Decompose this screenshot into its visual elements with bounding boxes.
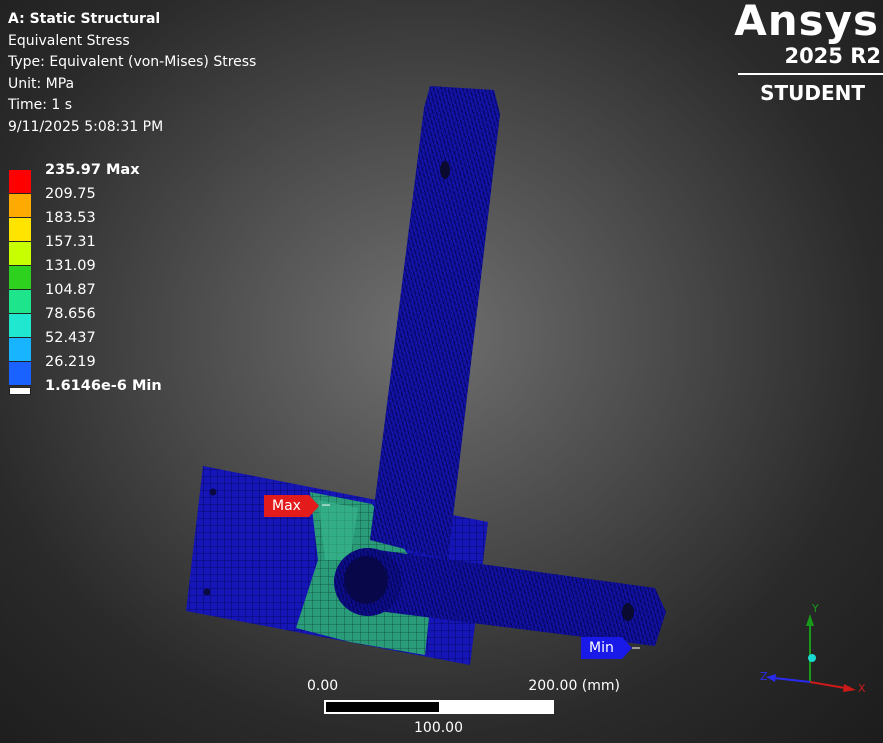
max-probe-label[interactable]: Max [264,495,319,517]
z-axis-icon [773,677,811,683]
scale-right-label: 200.00 (mm) [528,678,620,694]
min-probe-label[interactable]: Min [581,637,632,659]
hub-boss [334,548,402,616]
vertical-arm [370,86,500,560]
scale-bar-fill [326,702,439,712]
y-axis-label: Y [811,602,819,615]
scale-middle-label: 100.00 [414,720,463,736]
scale-left-label: 0.00 [307,678,339,694]
x-axis-label: X [858,682,866,695]
axis-triad[interactable]: Y X Z [760,600,875,700]
x-axis-icon [809,681,846,689]
scale-bar: 0.00 200.00 (mm) 100.00 [300,678,620,740]
stress-contour-model[interactable] [0,0,883,743]
triad-center-icon [808,654,816,662]
scale-bar-track [324,700,554,714]
z-axis-label: Z [760,670,768,683]
